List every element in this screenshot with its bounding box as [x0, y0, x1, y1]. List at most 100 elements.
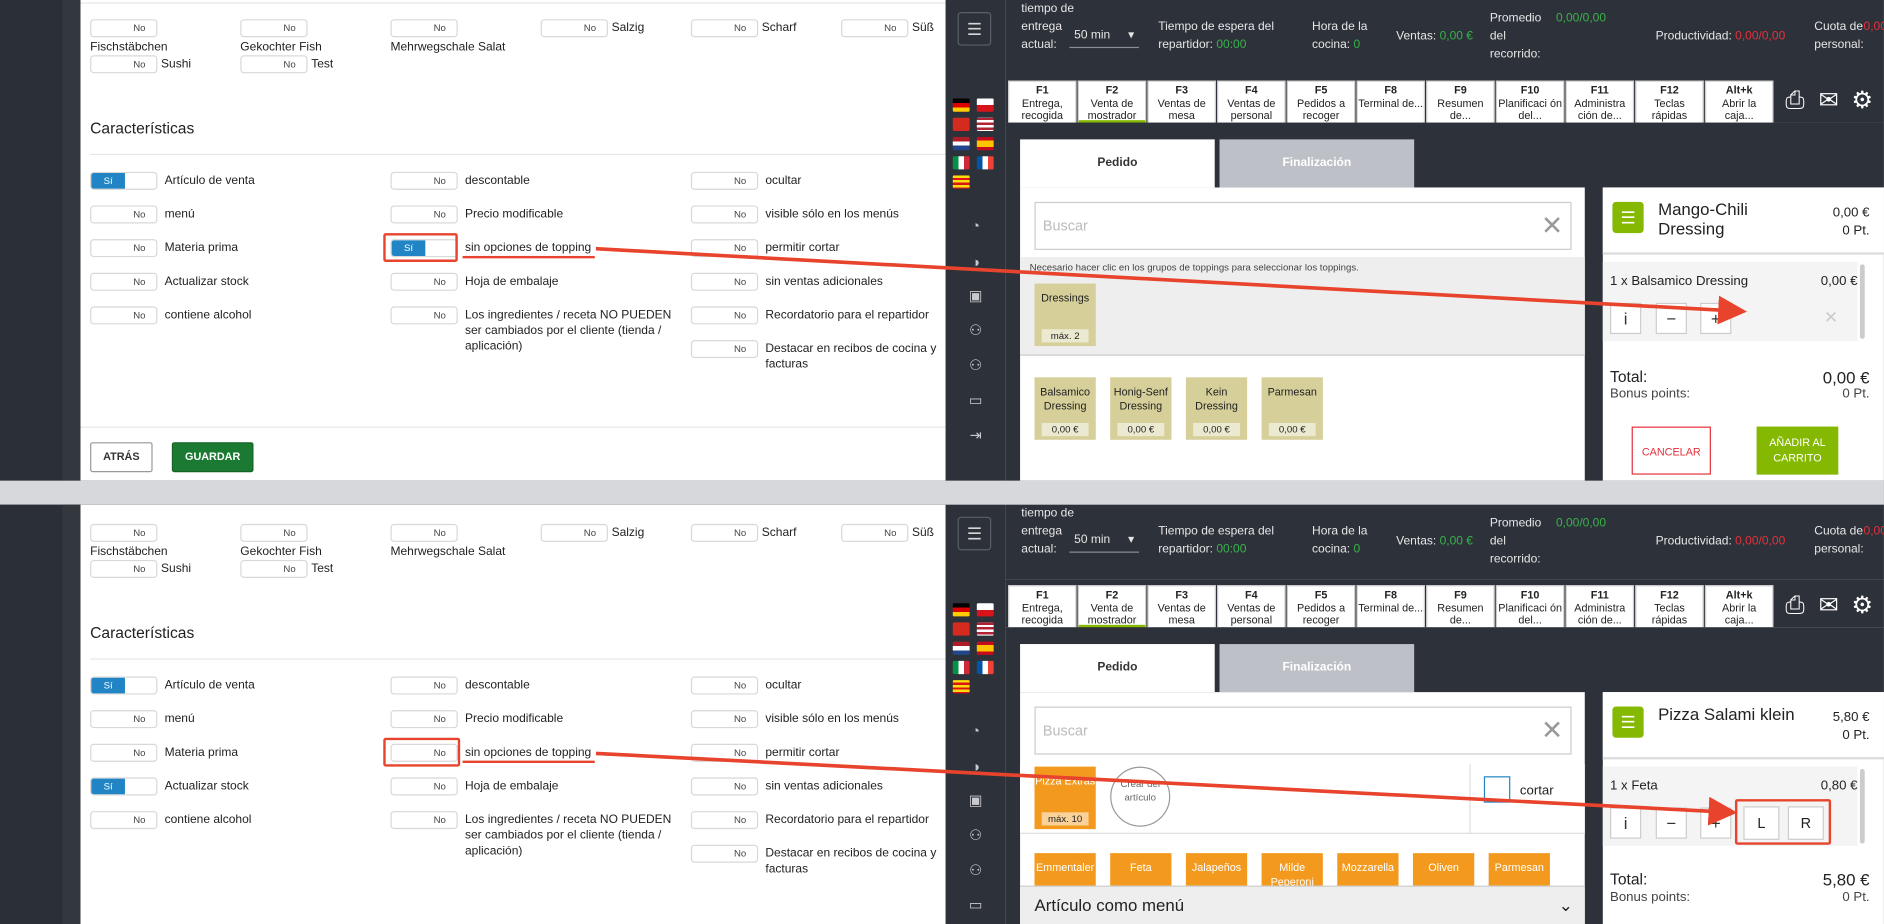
fkey-f12[interactable]: F12 Teclas rápidas — [1635, 80, 1704, 124]
flag-de-icon[interactable] — [952, 603, 970, 617]
toggle-articulo-venta[interactable]: Sí — [90, 171, 158, 190]
plus-button[interactable]: + — [1700, 302, 1732, 335]
toggle-scharf[interactable]: No — [690, 19, 759, 38]
toggle-descontable[interactable]: No — [390, 171, 458, 190]
delivery-time-select[interactable]: 50 min ▾ — [1069, 24, 1140, 49]
printer-icon[interactable]: ⎙ — [1781, 87, 1810, 116]
fkey-f4[interactable]: F4 Ventas de personal — [1217, 585, 1286, 629]
toggle-ocultar[interactable]: No — [690, 171, 759, 190]
toggle-permitir-cortar[interactable]: No — [690, 743, 759, 762]
fkey-alt-k[interactable]: Alt+k Abrir la caja... — [1704, 585, 1774, 629]
toggle-ocultar[interactable]: No — [690, 676, 759, 695]
toggle-sushi[interactable]: No — [90, 559, 158, 578]
tab-pedido[interactable]: Pedido — [1020, 644, 1215, 693]
toggle-suess[interactable]: No — [841, 523, 909, 542]
fkey-f5[interactable]: F5 Pedidos a recoger — [1286, 80, 1356, 124]
flag-ca-icon[interactable] — [952, 175, 970, 189]
topping-group-pizza-extras[interactable]: Pizza Extras máx. 10 — [1034, 766, 1096, 830]
flag-nl-icon[interactable] — [952, 641, 970, 655]
flag-ch-icon[interactable] — [952, 622, 970, 636]
toggle-sin-ventas-adicionales[interactable]: No — [690, 777, 759, 796]
flag-ch-icon[interactable] — [952, 117, 970, 131]
flag-de-icon[interactable] — [952, 98, 970, 112]
toggle-recordatorio[interactable]: No — [690, 306, 759, 325]
toggle-fischstaebchen[interactable]: No — [90, 19, 158, 38]
monitor-icon[interactable]: ▭ — [966, 391, 985, 410]
envelope-icon[interactable]: ✉ — [1814, 87, 1843, 116]
gauge-icon[interactable]: ◑ — [966, 757, 985, 776]
toggle-salzig[interactable]: No — [540, 19, 608, 38]
toggle-test[interactable]: No — [240, 55, 308, 74]
fkey-f11[interactable]: F11 Administra ción de... — [1565, 80, 1635, 124]
flag-cz-icon[interactable] — [976, 98, 994, 112]
hamburger-menu-icon[interactable]: ☰ — [957, 516, 992, 551]
flag-fr-icon[interactable] — [976, 156, 994, 170]
flag-ca-icon[interactable] — [952, 680, 970, 694]
basket-icon[interactable]: ▣ — [966, 286, 985, 305]
minus-button[interactable]: − — [1655, 807, 1687, 839]
flag-cz-icon[interactable] — [976, 603, 994, 617]
flag-es-icon[interactable] — [976, 641, 994, 655]
toggle-articulo-venta[interactable]: Sí — [90, 676, 158, 695]
info-button[interactable]: i — [1610, 807, 1642, 839]
toggle-precio-modificable[interactable]: No — [390, 710, 458, 729]
delivery-time-select[interactable]: 50 min ▾ — [1069, 529, 1140, 553]
toggle-fischstaebchen[interactable]: No — [90, 523, 158, 542]
toggle-menu[interactable]: No — [90, 710, 158, 729]
tab-pedido[interactable]: Pedido — [1020, 139, 1215, 188]
toggle-suess[interactable]: No — [841, 19, 909, 38]
printer-icon[interactable]: ⎙ — [1781, 591, 1810, 620]
hamburger-menu-icon[interactable]: ☰ — [957, 12, 992, 46]
monitor-icon[interactable]: ▭ — [966, 895, 985, 914]
fkey-f10[interactable]: F10 Planificaci ón del... — [1495, 585, 1565, 629]
topping-group-create[interactable]: Crear del artículo — [1110, 766, 1171, 827]
flag-fr-icon[interactable] — [976, 660, 994, 675]
topping-tile[interactable]: Kein Dressing 0,00 € — [1185, 377, 1248, 440]
search-input[interactable]: Buscar ✕ — [1034, 201, 1572, 250]
toggle-mehrwegschale[interactable]: No — [390, 19, 458, 38]
fkey-alt-k[interactable]: Alt+k Abrir la caja... — [1704, 80, 1774, 124]
info-button[interactable]: i — [1610, 302, 1642, 335]
dashboard-icon[interactable]: ◔ — [966, 216, 985, 235]
toggle-permitir-cortar[interactable]: No — [690, 239, 759, 258]
gear-icon[interactable]: ⚙ — [1848, 591, 1877, 620]
toggle-gekochter-fish[interactable]: No — [240, 19, 308, 38]
close-icon[interactable]: ✕ — [1541, 708, 1563, 754]
dashboard-icon[interactable]: ◔ — [966, 721, 985, 740]
toggle-actualizar-stock[interactable]: No — [90, 272, 158, 291]
back-button[interactable]: ATRÁS — [90, 442, 153, 473]
group-icon[interactable]: ⚇ — [966, 356, 985, 375]
gear-icon[interactable]: ⚙ — [1848, 87, 1877, 116]
toggle-visible-menus[interactable]: No — [690, 710, 759, 729]
logout-icon[interactable]: ⇥ — [966, 425, 985, 444]
fkey-f4[interactable]: F4 Ventas de personal — [1217, 80, 1286, 124]
toggle-descontable[interactable]: No — [390, 676, 458, 695]
fkey-f2[interactable]: F2 Venta de mostrador — [1077, 80, 1147, 124]
topping-tile[interactable]: Balsamico Dressing 0,00 € — [1034, 377, 1096, 440]
toggle-materia-prima[interactable]: No — [90, 743, 158, 762]
toggle-menu[interactable]: No — [90, 205, 158, 224]
fkey-f1[interactable]: F1 Entrega, recogida — [1008, 80, 1077, 124]
toggle-hoja-embalaje[interactable]: No — [390, 777, 458, 796]
fkey-f3[interactable]: F3 Ventas de mesa — [1147, 585, 1216, 629]
topping-tile[interactable]: Honig-Senf Dressing 0,00 € — [1110, 377, 1172, 440]
toggle-mehrwegschale[interactable]: No — [390, 523, 458, 542]
envelope-icon[interactable]: ✉ — [1814, 591, 1843, 620]
flag-it-icon[interactable] — [952, 156, 970, 170]
toggle-destacar-recibos[interactable]: No — [690, 340, 759, 359]
fkey-f12[interactable]: F12 Teclas rápidas — [1635, 585, 1704, 629]
fkey-f9[interactable]: F9 Resumen de... — [1426, 585, 1495, 629]
toggle-scharf[interactable]: No — [690, 523, 759, 542]
toggle-materia-prima[interactable]: No — [90, 239, 158, 258]
fkey-f8[interactable]: F8 Terminal de... — [1356, 585, 1425, 629]
cortar-checkbox[interactable] — [1483, 776, 1511, 803]
toggle-precio-modificable[interactable]: No — [390, 205, 458, 224]
users-icon[interactable]: ⚇ — [966, 321, 985, 340]
flag-us-icon[interactable] — [976, 622, 994, 636]
toggle-test[interactable]: No — [240, 559, 308, 578]
fkey-f8[interactable]: F8 Terminal de... — [1356, 80, 1425, 124]
users-icon[interactable]: ⚇ — [966, 825, 985, 844]
toggle-contiene-alcohol[interactable]: No — [90, 811, 158, 830]
tab-finalizacion[interactable]: Finalización — [1219, 644, 1415, 693]
gauge-icon[interactable]: ◑ — [966, 252, 985, 271]
